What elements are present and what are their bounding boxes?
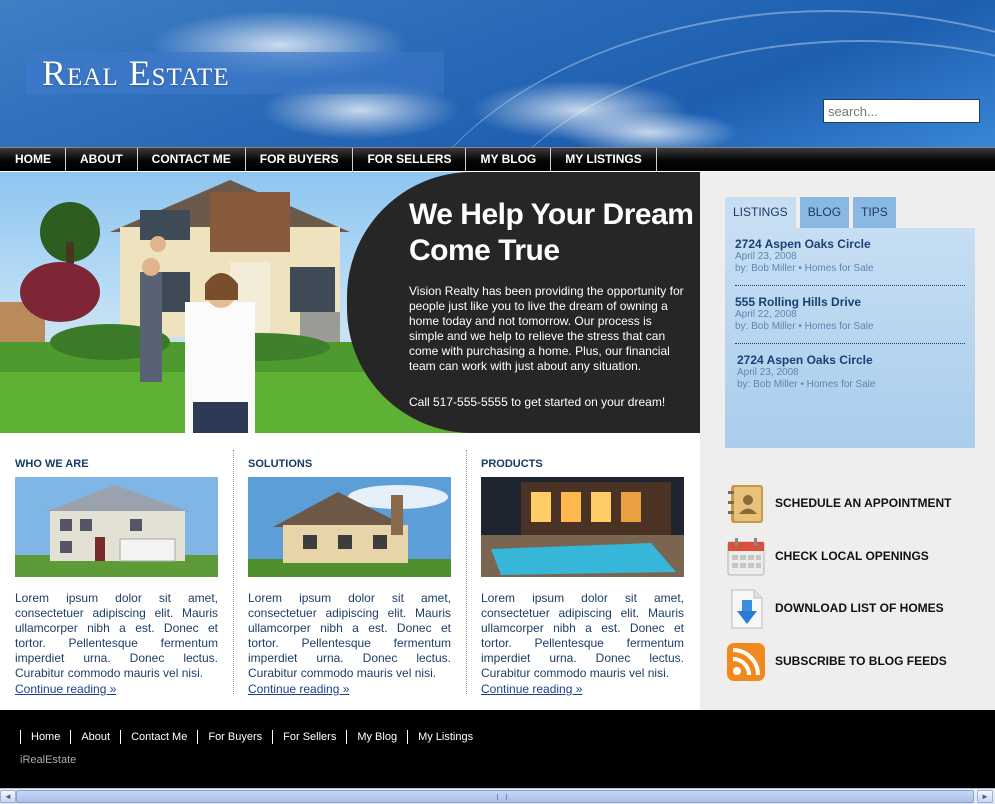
column-heading: WHO WE ARE xyxy=(15,458,89,470)
scroll-left-button[interactable]: ◄ xyxy=(0,790,16,803)
nav-item-home[interactable]: HOME xyxy=(0,148,66,171)
footer-link-for-buyers[interactable]: For Buyers xyxy=(197,730,272,744)
search-input[interactable] xyxy=(823,99,980,123)
continue-reading-link[interactable]: Continue reading » xyxy=(15,682,116,696)
column-divider xyxy=(466,450,467,694)
listing-date: April 23, 2008 xyxy=(735,251,797,262)
tab-tips[interactable]: TIPS xyxy=(853,197,896,228)
calendar-icon xyxy=(727,538,765,576)
address-book-icon xyxy=(728,485,763,523)
listing-byline: by: Bob Miller • Homes for Sale xyxy=(735,263,874,274)
check-openings-label: CHECK LOCAL OPENINGS xyxy=(775,549,929,563)
nav-item-for-buyers[interactable]: FOR BUYERS xyxy=(246,148,354,171)
listing-byline: by: Bob Miller • Homes for Sale xyxy=(737,379,876,390)
subscribe-feeds-action[interactable]: SUBSCRIBE TO BLOG FEEDS xyxy=(725,641,985,685)
nav-item-my-blog[interactable]: MY BLOG xyxy=(466,148,552,171)
column-text: Lorem ipsum dolor sit amet, consectetuer… xyxy=(248,591,451,680)
nav-item-contact-me[interactable]: CONTACT ME xyxy=(138,148,246,171)
column-heading: PRODUCTS xyxy=(481,458,543,470)
download-list-action[interactable]: DOWNLOAD LIST OF HOMES xyxy=(725,588,985,632)
footer-link-for-sellers[interactable]: For Sellers xyxy=(272,730,346,744)
column-divider xyxy=(233,450,234,694)
horizontal-scrollbar[interactable]: ◄ ► xyxy=(0,788,995,804)
solutions-column: SOLUTIONS Lorem ipsum dolor sit amet, co… xyxy=(248,458,451,696)
schedule-appointment-label: SCHEDULE AN APPOINTMENT xyxy=(775,496,952,510)
site-header: Real Estate xyxy=(0,0,995,147)
column-text: Lorem ipsum dolor sit amet, consectetuer… xyxy=(15,591,218,680)
products-column: PRODUCTS Lorem ipsum dolor sit amet, con… xyxy=(481,458,684,696)
continue-reading-link[interactable]: Continue reading » xyxy=(248,682,349,696)
column-heading: SOLUTIONS xyxy=(248,458,313,470)
column-text: Lorem ipsum dolor sit amet, consectetuer… xyxy=(481,591,684,680)
footer-link-my-listings[interactable]: My Listings xyxy=(407,730,483,744)
sidebar-tabs: LISTINGS BLOG TIPS xyxy=(725,197,896,228)
nav-item-for-sellers[interactable]: FOR SELLERS xyxy=(353,148,467,171)
listing-date: April 23, 2008 xyxy=(737,367,799,378)
column-image xyxy=(481,477,684,577)
who-we-are-column: WHO WE ARE Lorem ipsum dolor sit amet, c… xyxy=(15,458,218,696)
listing-title[interactable]: 555 Rolling Hills Drive xyxy=(735,295,965,309)
listing-title[interactable]: 2724 Aspen Oaks Circle xyxy=(737,353,967,367)
tab-listings[interactable]: LISTINGS xyxy=(725,197,796,228)
scrollbar-thumb[interactable] xyxy=(16,790,974,803)
cloud-decoration xyxy=(560,110,740,147)
footer-link-my-blog[interactable]: My Blog xyxy=(346,730,407,744)
check-openings-action[interactable]: CHECK LOCAL OPENINGS xyxy=(725,536,985,580)
listing-date: April 22, 2008 xyxy=(735,309,797,320)
site-footer: Home About Contact Me For Buyers For Sel… xyxy=(0,710,995,788)
main-nav: HOME ABOUT CONTACT ME FOR BUYERS FOR SEL… xyxy=(0,147,995,171)
listings-panel: 2724 Aspen Oaks Circle April 23, 2008 by… xyxy=(725,228,975,448)
footer-link-home[interactable]: Home xyxy=(20,730,70,744)
listing-divider xyxy=(735,285,965,286)
download-list-label: DOWNLOAD LIST OF HOMES xyxy=(775,601,944,615)
footer-link-contact-me[interactable]: Contact Me xyxy=(120,730,197,744)
rss-icon xyxy=(727,643,765,681)
listing-divider xyxy=(735,343,965,344)
subscribe-feeds-label: SUBSCRIBE TO BLOG FEEDS xyxy=(775,654,947,668)
tab-blog[interactable]: BLOG xyxy=(799,197,850,228)
scroll-right-button[interactable]: ► xyxy=(977,790,993,803)
footer-brand: iRealEstate xyxy=(20,754,77,766)
column-image xyxy=(15,477,218,577)
continue-reading-link[interactable]: Continue reading » xyxy=(481,682,582,696)
site-logo[interactable]: Real Estate xyxy=(42,52,230,94)
nav-item-my-listings[interactable]: MY LISTINGS xyxy=(551,148,657,171)
listing-byline: by: Bob Miller • Homes for Sale xyxy=(735,321,874,332)
list-item: 555 Rolling Hills Drive April 22, 2008 b… xyxy=(735,295,965,333)
footer-link-about[interactable]: About xyxy=(70,730,120,744)
list-item: 2724 Aspen Oaks Circle April 23, 2008 by… xyxy=(735,237,965,275)
list-item: 2724 Aspen Oaks Circle April 23, 2008 by… xyxy=(737,353,967,391)
footer-nav: Home About Contact Me For Buyers For Sel… xyxy=(20,730,483,744)
hero-title: We Help Your Dream Come True xyxy=(409,198,694,267)
listing-title[interactable]: 2724 Aspen Oaks Circle xyxy=(735,237,965,251)
hero-call-to-action: Call 517-555-5555 to get started on your… xyxy=(409,395,666,409)
hero-description: Vision Realty has been providing the opp… xyxy=(409,284,684,373)
download-icon xyxy=(731,589,763,629)
column-image xyxy=(248,477,451,577)
scrollbar-grip xyxy=(497,794,507,800)
schedule-appointment-action[interactable]: SCHEDULE AN APPOINTMENT xyxy=(725,483,985,527)
nav-item-about[interactable]: ABOUT xyxy=(66,148,138,171)
